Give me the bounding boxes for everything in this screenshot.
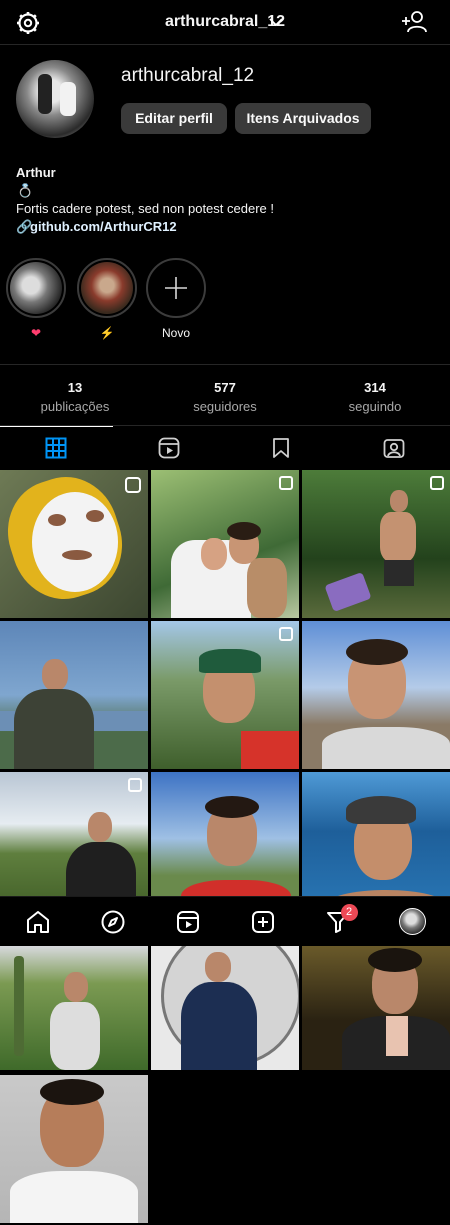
header-username[interactable]: arthurcabral_12	[0, 13, 450, 31]
post-thumbnail[interactable]	[151, 470, 299, 618]
chevron-down-icon[interactable]	[268, 15, 284, 29]
bio-ring-emoji: 💍	[17, 183, 34, 198]
nav-explore[interactable]	[95, 904, 131, 940]
compass-icon	[101, 910, 124, 933]
post-thumbnail[interactable]	[302, 470, 450, 618]
highlight-2-label: ⚡	[99, 326, 115, 340]
profile-username: arthurcabral_12	[121, 65, 255, 86]
tab-reels[interactable]	[113, 426, 226, 470]
post-thumbnail[interactable]	[302, 621, 450, 769]
post-thumbnail[interactable]	[151, 946, 299, 1070]
profile-stats: 13 publicações 577 seguidores 314 seguin…	[0, 364, 450, 426]
post-thumbnail[interactable]	[0, 946, 148, 1070]
bookmark-icon	[273, 438, 290, 458]
tab-saved[interactable]	[225, 426, 338, 470]
home-icon	[26, 910, 49, 933]
post-thumbnail[interactable]	[151, 621, 299, 769]
bottom-navigation: 2	[0, 896, 450, 946]
bio-text: Fortis cadere potest, sed non potest ced…	[16, 201, 274, 216]
edit-profile-button[interactable]: Editar perfil	[121, 103, 227, 134]
bio-display-name: Arthur	[16, 165, 56, 180]
post-thumbnail[interactable]	[302, 946, 450, 1070]
stat-followers-value: 577	[214, 380, 236, 395]
tagged-icon	[383, 439, 405, 458]
reels-icon	[158, 437, 180, 459]
highlight-2[interactable]	[77, 258, 137, 318]
notification-badge: 2	[340, 903, 358, 921]
archived-items-button[interactable]: Itens Arquivados	[235, 103, 371, 134]
plus-icon	[165, 277, 187, 299]
nav-create[interactable]	[245, 904, 281, 940]
post-thumbnail[interactable]	[0, 621, 148, 769]
add-user-icon[interactable]	[400, 10, 428, 34]
top-bar: arthurcabral_12	[0, 0, 450, 45]
reels-icon	[176, 910, 199, 933]
stat-posts-label: publicações	[40, 399, 110, 414]
profile-avatar-small	[399, 908, 426, 935]
profile-avatar[interactable]	[16, 60, 94, 138]
highlight-1[interactable]	[6, 258, 66, 318]
stat-following-value: 314	[364, 380, 386, 395]
tab-grid[interactable]	[0, 426, 113, 470]
stat-followers-label: seguidores	[193, 399, 257, 414]
stat-followers[interactable]: 577 seguidores	[150, 365, 300, 425]
grid-icon	[45, 437, 67, 459]
bio-link[interactable]: 🔗github.com/ArthurCR12	[16, 219, 177, 235]
nav-profile[interactable]	[395, 904, 431, 940]
stat-following-label: seguindo	[348, 399, 402, 414]
highlight-1-label: ❤	[30, 326, 42, 340]
tab-tagged[interactable]	[338, 426, 450, 470]
stat-posts-value: 13	[67, 380, 83, 395]
link-icon: 🔗	[16, 219, 33, 234]
new-highlight-label: Novo	[161, 326, 190, 340]
nav-home[interactable]	[20, 904, 56, 940]
nav-reels[interactable]	[170, 904, 206, 940]
add-post-icon	[251, 910, 274, 933]
post-thumbnail[interactable]	[0, 1075, 148, 1223]
nav-activity[interactable]: 2	[320, 903, 358, 940]
stat-posts[interactable]: 13 publicações	[0, 365, 150, 425]
post-thumbnail[interactable]	[0, 470, 148, 618]
new-highlight-button[interactable]	[146, 258, 206, 318]
profile-tabs	[0, 426, 450, 470]
stat-following[interactable]: 314 seguindo	[300, 365, 450, 425]
bio-link-text[interactable]: github.com/ArthurCR12	[30, 219, 177, 234]
